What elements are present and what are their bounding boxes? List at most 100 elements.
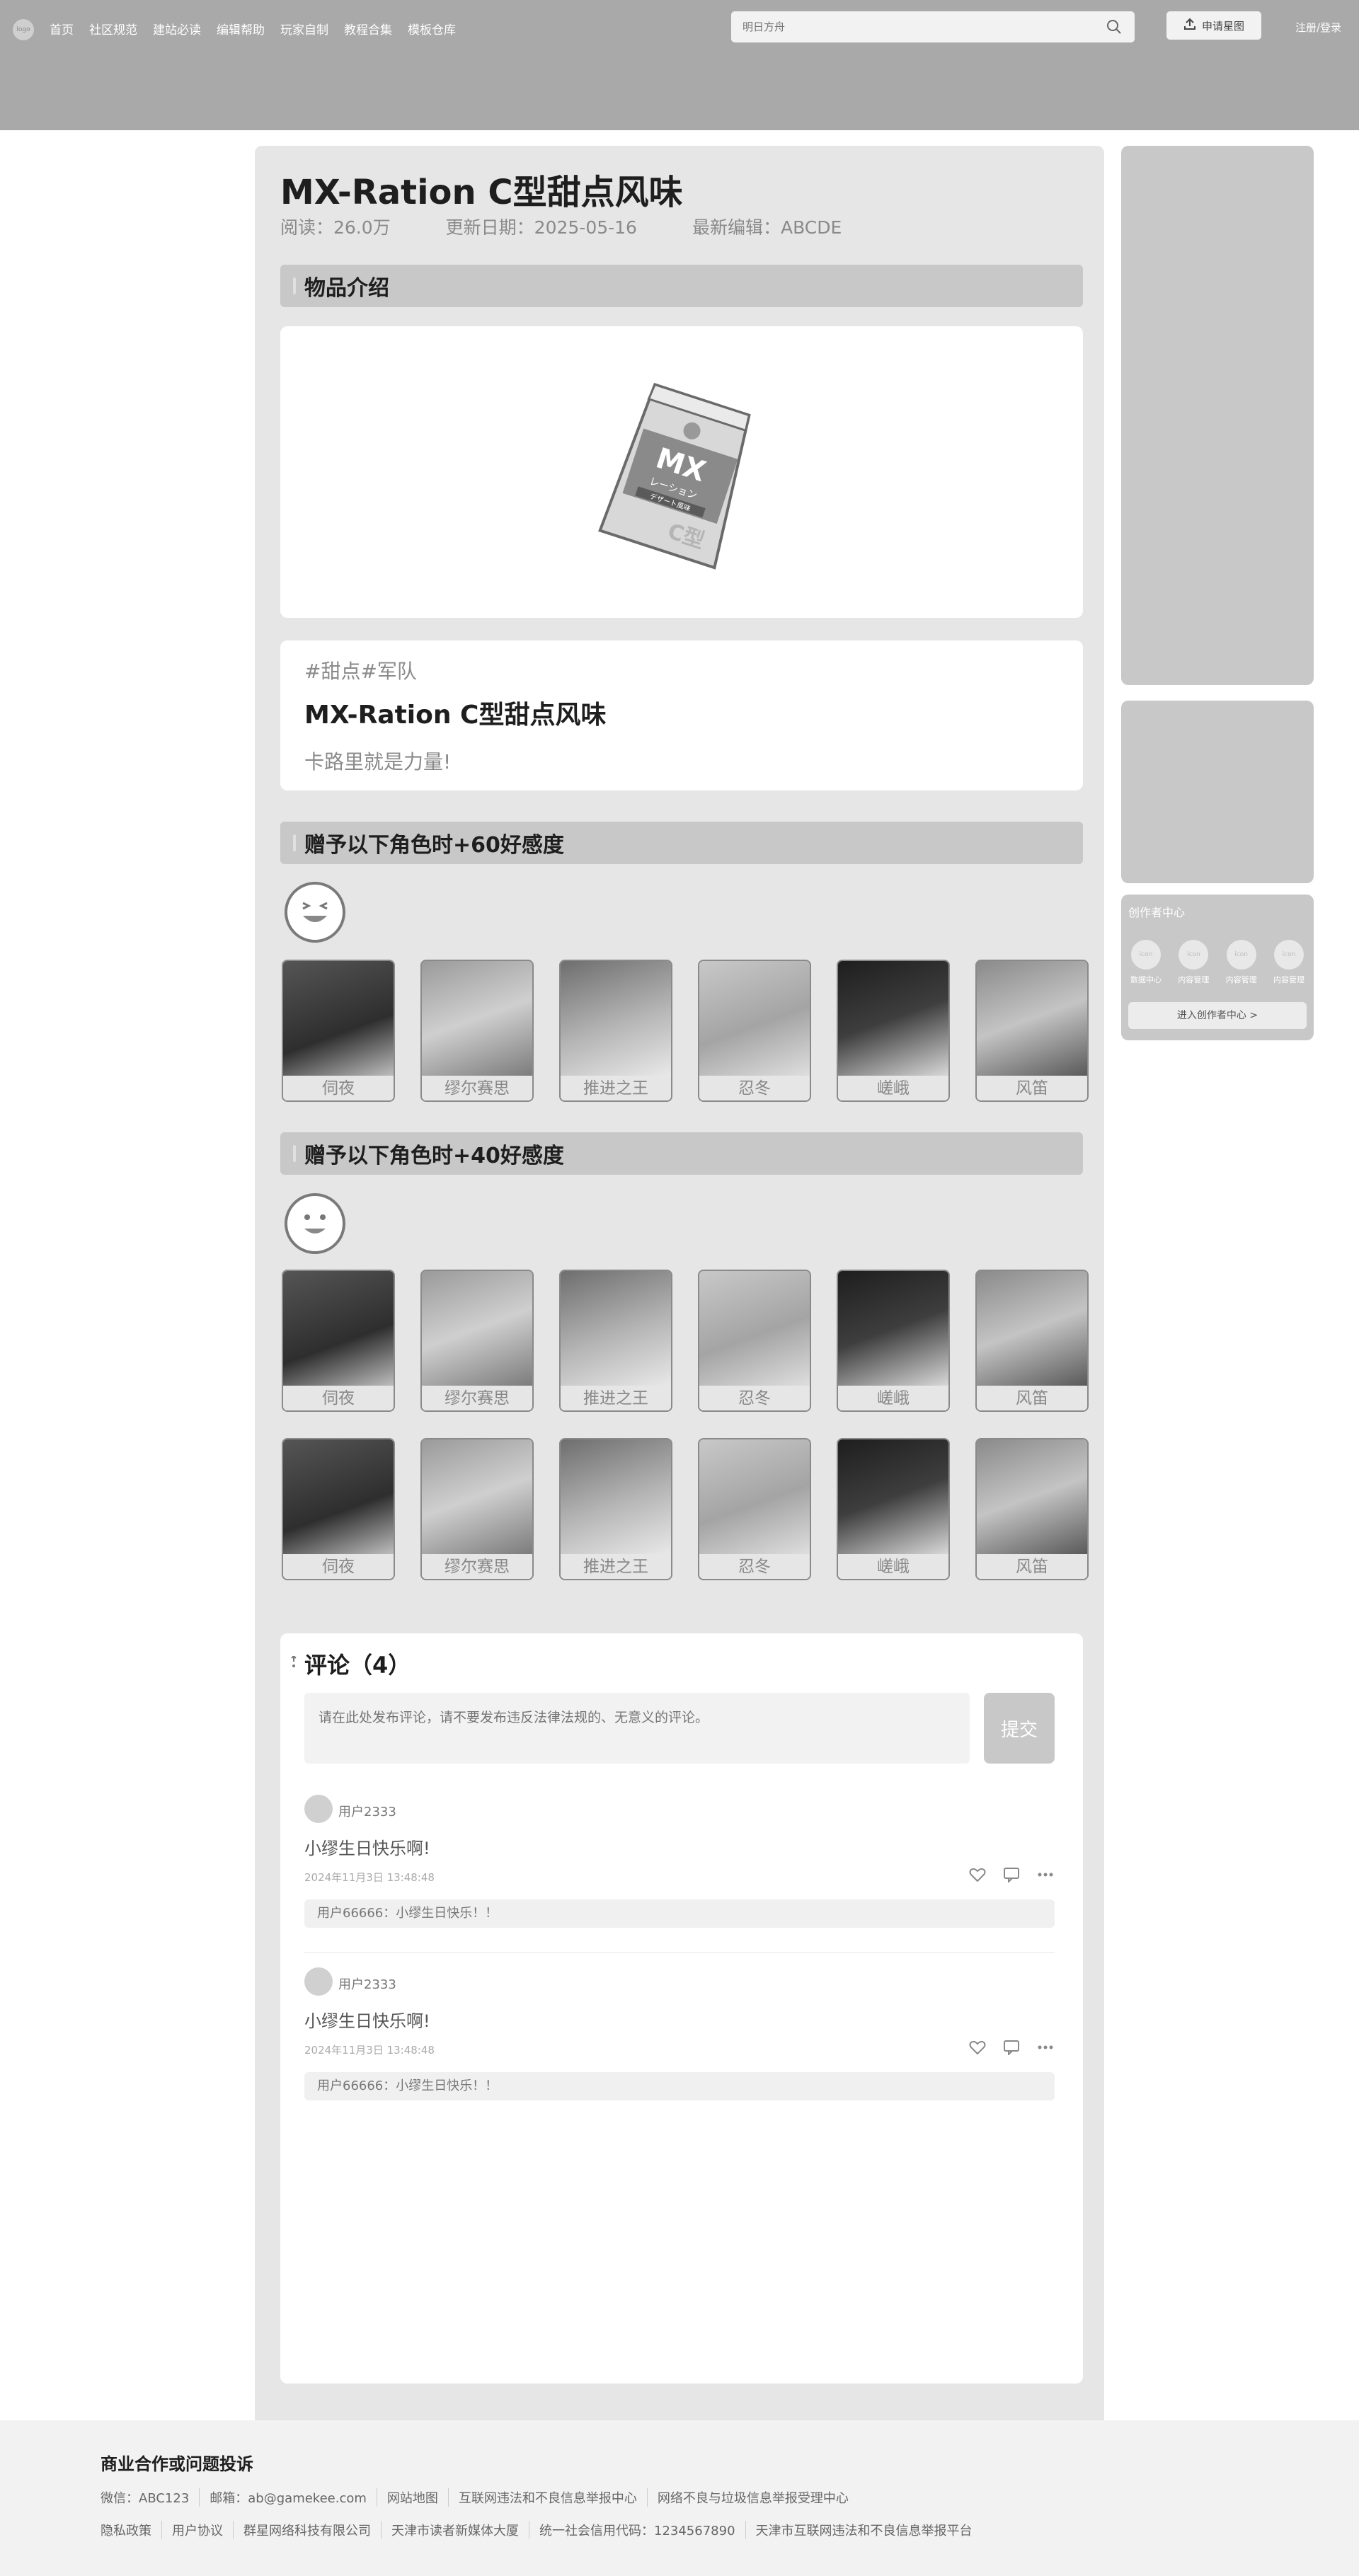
character-name: 风笛 xyxy=(977,1076,1087,1100)
footer-spam-report-link[interactable]: 网络不良与垃圾信息举报受理中心 xyxy=(648,2488,859,2507)
character-card-muelsyse[interactable]: 缪尔赛思 xyxy=(420,960,534,1102)
nav-item-rules[interactable]: 社区规范 xyxy=(89,20,137,38)
comment-actions xyxy=(968,2038,1055,2057)
footer-credit-code: 统一社会信用代码：1234567890 xyxy=(529,2521,746,2539)
upload-icon xyxy=(1183,18,1196,33)
character-card-saga[interactable]: 嵯峨 xyxy=(837,960,950,1102)
footer-sitemap-link[interactable]: 网站地图 xyxy=(377,2488,449,2507)
nav-item-tutorials[interactable]: 教程合集 xyxy=(344,20,392,38)
character-card-bagpipe[interactable]: 风笛 xyxy=(975,1270,1089,1412)
creator-item-data-center[interactable]: icon 数据中心 xyxy=(1124,940,1168,985)
character-row-favor60: 伺夜 缪尔赛思 推进之王 忍冬 嵯峨 风笛 xyxy=(282,960,1089,1102)
character-name: 伺夜 xyxy=(283,1076,394,1100)
character-card-saga[interactable]: 嵯峨 xyxy=(837,1438,950,1580)
character-portrait xyxy=(561,1439,671,1554)
character-name: 缪尔赛思 xyxy=(422,1554,532,1579)
character-card-rendong[interactable]: 忍冬 xyxy=(698,1270,811,1412)
character-card-siye[interactable]: 伺夜 xyxy=(282,1438,395,1580)
creator-item-label: 内容管理 xyxy=(1225,975,1257,984)
section-bar xyxy=(293,834,296,851)
avatar[interactable] xyxy=(304,1967,333,1996)
comment-user[interactable]: 用户2333 xyxy=(338,1802,396,1820)
character-card-rendong[interactable]: 忍冬 xyxy=(698,960,811,1102)
footer: 商业合作或问题投诉 微信：ABC123 邮箱：ab@gamekee.com 网站… xyxy=(0,2420,1359,2576)
enter-creator-center-button[interactable]: 进入创作者中心 > xyxy=(1128,1002,1307,1029)
comments-panel: 评论（4） 提交 用户2333 小缪生日快乐啊! 2024年11月3日 13:4… xyxy=(280,1633,1083,2384)
nav-item-edit-help[interactable]: 编辑帮助 xyxy=(217,20,265,38)
comment-input[interactable] xyxy=(304,1693,970,1764)
footer-line-legal: 隐私政策 用户协议 群星网络科技有限公司 天津市读者新媒体大厦 统一社会信用代码… xyxy=(101,2521,982,2539)
character-portrait xyxy=(699,961,810,1076)
nav-item-home[interactable]: 首页 xyxy=(50,20,74,38)
character-card-siye[interactable]: 伺夜 xyxy=(282,960,395,1102)
footer-terms-link[interactable]: 用户协议 xyxy=(162,2521,234,2539)
section-title: 赠予以下角色时+40好感度 xyxy=(304,1144,564,1168)
ration-pack-image: MX レーション デザート風味 C型 xyxy=(598,382,751,570)
character-name: 伺夜 xyxy=(283,1554,394,1579)
apply-star-map-button[interactable]: 申请星图 xyxy=(1166,11,1261,40)
reply-icon[interactable] xyxy=(1002,1865,1021,1884)
character-portrait xyxy=(283,961,394,1076)
character-row-favor40-b: 伺夜 缪尔赛思 推进之王 忍冬 嵯峨 风笛 xyxy=(282,1438,1089,1580)
character-portrait xyxy=(699,1271,810,1386)
character-card-muelsyse[interactable]: 缪尔赛思 xyxy=(420,1270,534,1412)
reply-icon[interactable] xyxy=(1002,2038,1021,2057)
section-bar xyxy=(293,277,296,294)
character-portrait xyxy=(977,1271,1087,1386)
sidebar-secondary-panel xyxy=(1121,701,1314,883)
data-center-icon: icon xyxy=(1131,940,1161,970)
character-card-bagpipe[interactable]: 风笛 xyxy=(975,960,1089,1102)
character-name: 忍冬 xyxy=(699,1386,810,1410)
nav-item-guide[interactable]: 建站必读 xyxy=(153,20,201,38)
item-tags: #甜点#军队 xyxy=(304,660,417,683)
creator-item-content-manage[interactable]: icon 内容管理 xyxy=(1171,940,1215,985)
character-card-siege[interactable]: 推进之王 xyxy=(559,1438,672,1580)
comments-title: 评论（4） xyxy=(304,1652,411,1679)
character-card-saga[interactable]: 嵯峨 xyxy=(837,1270,950,1412)
item-name: MX-Ration C型甜点风味 xyxy=(304,701,607,730)
more-icon[interactable] xyxy=(1036,1865,1055,1884)
comment-reply: 用户66666：小缪生日快乐！！ xyxy=(304,2072,1055,2100)
site-logo[interactable]: logo xyxy=(13,19,34,40)
page-title: MX-Ration C型甜点风味 xyxy=(280,173,683,212)
character-card-siege[interactable]: 推进之王 xyxy=(559,1270,672,1412)
avatar[interactable] xyxy=(304,1795,333,1823)
update-date: 更新日期：2025-05-16 xyxy=(445,217,637,238)
submit-comment-button[interactable]: 提交 xyxy=(984,1693,1055,1764)
like-icon[interactable] xyxy=(968,1865,987,1884)
nav-item-templates[interactable]: 模板仓库 xyxy=(408,20,456,38)
character-card-muelsyse[interactable]: 缪尔赛思 xyxy=(420,1438,534,1580)
creator-item-label: 数据中心 xyxy=(1130,975,1162,984)
content-manage-icon: icon xyxy=(1273,940,1304,970)
comment-user[interactable]: 用户2333 xyxy=(338,1974,396,1993)
creator-item-content-manage[interactable]: icon 内容管理 xyxy=(1220,940,1263,985)
nav-item-player-made[interactable]: 玩家自制 xyxy=(280,20,328,38)
character-card-siege[interactable]: 推进之王 xyxy=(559,960,672,1102)
top-bar: logo 首页 社区规范 建站必读 编辑帮助 玩家自制 教程合集 模板仓库 申请… xyxy=(0,0,1359,130)
creator-item-content-manage[interactable]: icon 内容管理 xyxy=(1267,940,1311,985)
creator-center-title: 创作者中心 xyxy=(1128,906,1186,919)
character-portrait xyxy=(977,1439,1087,1554)
section-header-favor40: 赠予以下角色时+40好感度 xyxy=(280,1132,1083,1175)
like-icon[interactable] xyxy=(968,2038,987,2057)
content-manage-icon: icon xyxy=(1226,940,1256,970)
character-card-rendong[interactable]: 忍冬 xyxy=(698,1438,811,1580)
footer-email[interactable]: 邮箱：ab@gamekee.com xyxy=(200,2488,377,2507)
character-portrait xyxy=(422,1271,532,1386)
footer-line-contact: 微信：ABC123 邮箱：ab@gamekee.com 网站地图 互联网违法和不… xyxy=(101,2488,859,2507)
footer-report-center-link[interactable]: 互联网违法和不良信息举报中心 xyxy=(449,2488,648,2507)
character-portrait xyxy=(838,1439,948,1554)
more-icon[interactable] xyxy=(1036,2038,1055,2057)
search-input[interactable] xyxy=(742,21,1105,33)
footer-tianjin-report-link[interactable]: 天津市互联网违法和不良信息举报平台 xyxy=(746,2521,982,2539)
footer-company: 群星网络科技有限公司 xyxy=(234,2521,382,2539)
character-card-siye[interactable]: 伺夜 xyxy=(282,1270,395,1412)
login-link[interactable]: 注册/登录 xyxy=(1295,20,1341,35)
character-name: 嵯峨 xyxy=(838,1386,948,1410)
character-row-favor40-a: 伺夜 缪尔赛思 推进之王 忍冬 嵯峨 风笛 xyxy=(282,1270,1089,1412)
character-card-bagpipe[interactable]: 风笛 xyxy=(975,1438,1089,1580)
latest-editor: 最新编辑：ABCDE xyxy=(692,217,842,238)
character-name: 推进之王 xyxy=(561,1554,671,1579)
search-icon[interactable] xyxy=(1105,18,1123,36)
footer-privacy-link[interactable]: 隐私政策 xyxy=(101,2521,162,2539)
